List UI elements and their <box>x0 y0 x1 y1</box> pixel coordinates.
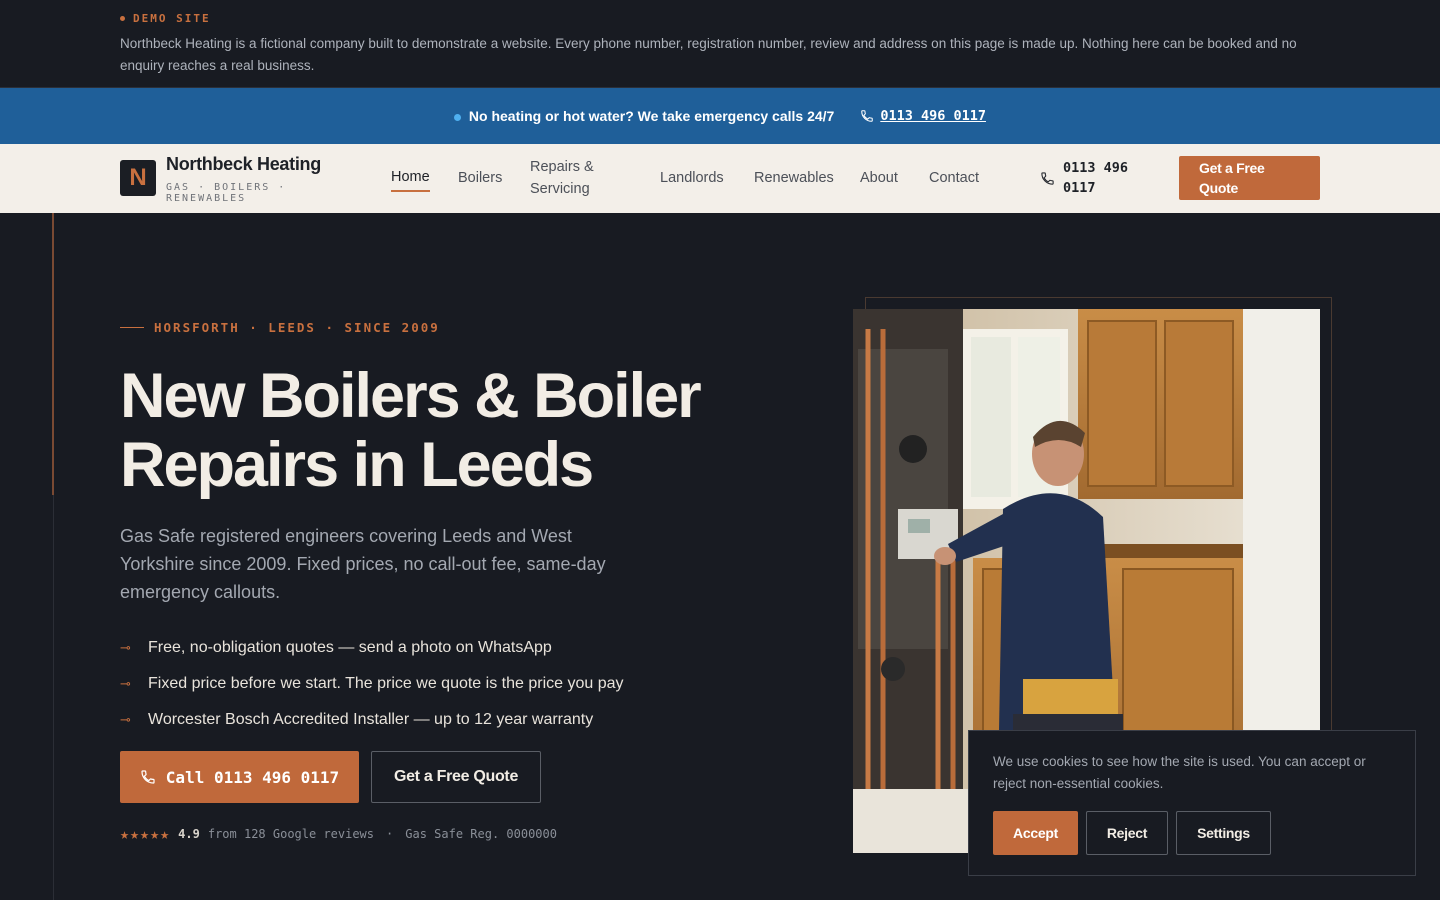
site-header: N Northbeck Heating GAS · BOILERS · RENE… <box>0 144 1440 213</box>
rating-separator: · <box>386 827 394 841</box>
hero-eyebrow: HORSFORTH · LEEDS · SINCE 2009 <box>120 320 440 335</box>
star-rating-icon: ★★★★★ <box>120 825 171 843</box>
cookie-text: We use cookies to see how the site is us… <box>993 754 1366 791</box>
hero-eyebrow-text: HORSFORTH · LEEDS · SINCE 2009 <box>154 320 440 335</box>
phone-icon <box>861 110 874 122</box>
free-quote-button[interactable]: Get a Free Quote <box>371 751 541 803</box>
rating-row: ★★★★★ 4.9 from 128 Google reviews · Gas … <box>120 825 557 843</box>
cookie-settings-button[interactable]: Settings <box>1176 811 1271 855</box>
emergency-phone-link[interactable]: 0113 496 0117 <box>860 108 986 124</box>
cookie-accept-button[interactable]: Accept <box>993 811 1078 855</box>
gas-safe-reg: Gas Safe Reg. 0000000 <box>405 827 557 841</box>
emergency-phone-number[interactable]: 0113 496 0117 <box>880 108 986 124</box>
call-button[interactable]: Call 0113 496 0117 <box>120 751 359 803</box>
left-rail-accent <box>52 213 54 495</box>
phone-icon <box>1041 171 1054 185</box>
list-item: ⊸ Fixed price before we start. The price… <box>120 666 624 702</box>
arrow-bullet-icon: ⊸ <box>120 676 131 691</box>
nav-repairs-servicing[interactable]: Repairs & Servicing <box>530 156 610 200</box>
emergency-message: No heating or hot water? We take emergen… <box>454 108 834 124</box>
rating-score: 4.9 <box>178 827 200 841</box>
header-phone-link[interactable]: 0113 496 0117 <box>1040 158 1143 198</box>
nav-home[interactable]: Home <box>391 164 430 192</box>
review-count: from 128 Google reviews <box>207 827 375 841</box>
demo-dot-icon <box>120 16 125 21</box>
demo-tag: DEMO SITE <box>120 12 211 25</box>
hero-title: New Boilers & Boiler Repairs in Leeds <box>120 361 702 500</box>
eyebrow-line <box>120 327 144 328</box>
call-button-label[interactable]: Call 0113 496 0117 <box>166 768 339 787</box>
cookie-reject-button[interactable]: Reject <box>1086 811 1168 855</box>
emergency-bar: No heating or hot water? We take emergen… <box>0 88 1440 144</box>
nav-about[interactable]: About <box>860 164 898 192</box>
arrow-bullet-icon: ⊸ <box>120 712 131 727</box>
bullet-text: Worcester Bosch Accredited Installer — u… <box>148 711 594 728</box>
demo-tag-label: DEMO SITE <box>133 12 211 25</box>
list-item: ⊸ Free, no-obligation quotes — send a ph… <box>120 630 624 666</box>
list-item: ⊸ Worcester Bosch Accredited Installer —… <box>120 702 624 738</box>
bullet-text: Free, no-obligation quotes — send a phot… <box>148 639 552 656</box>
bullet-text: Fixed price before we start. The price w… <box>148 675 624 692</box>
phone-icon <box>141 770 155 784</box>
nav-renewables[interactable]: Renewables <box>754 164 834 192</box>
emergency-message-text: No heating or hot water? We take emergen… <box>468 108 835 124</box>
header-quote-button[interactable]: Get a Free Quote <box>1179 156 1320 200</box>
hero-lead: Gas Safe registered engineers covering L… <box>120 526 606 602</box>
demo-banner: DEMO SITE Northbeck Heating is a fiction… <box>0 0 1440 88</box>
nav-landlords[interactable]: Landlords <box>660 164 724 192</box>
live-dot-icon <box>454 114 461 121</box>
nav-boilers[interactable]: Boilers <box>458 164 502 192</box>
hero-bullet-list: ⊸ Free, no-obligation quotes — send a ph… <box>120 630 624 738</box>
header-phone-number[interactable]: 0113 496 0117 <box>1063 158 1143 198</box>
cookie-banner: We use cookies to see how the site is us… <box>968 730 1416 876</box>
brand-tagline: GAS · BOILERS · RENEWABLES <box>166 182 287 204</box>
logo-icon[interactable]: N <box>120 160 156 196</box>
brand-name[interactable]: Northbeck Heating <box>166 154 321 175</box>
nav-contact[interactable]: Contact <box>929 164 979 192</box>
arrow-bullet-icon: ⊸ <box>120 640 131 655</box>
demo-disclaimer: Northbeck Heating is a fictional company… <box>120 36 1297 73</box>
